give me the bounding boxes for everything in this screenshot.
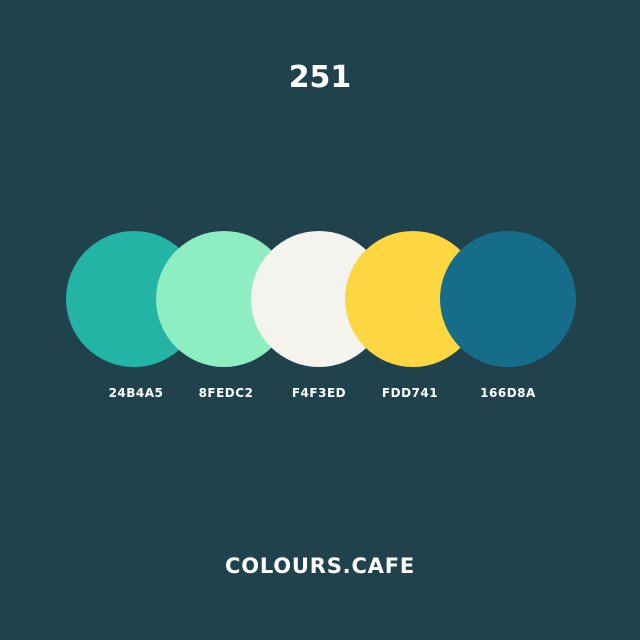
- hex-label: 166D8A: [480, 386, 536, 400]
- palette-card: { "palette_number": "251", "colors": [ {…: [0, 0, 640, 640]
- palette-number: 251: [288, 60, 352, 95]
- color-swatch: [440, 231, 576, 367]
- brand-wordmark: COLOURS.CAFE: [224, 554, 416, 578]
